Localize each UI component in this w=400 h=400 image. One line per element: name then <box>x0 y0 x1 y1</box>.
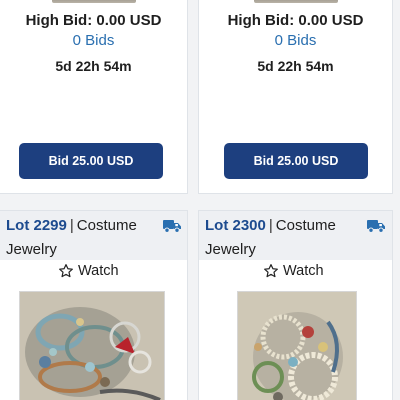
bid-button[interactable]: Bid 25.00 USD <box>224 143 368 179</box>
lot-title-line: Lot 2300 | Costume <box>205 217 336 234</box>
star-outline-icon <box>59 264 73 278</box>
lot-card-2299: Lot 2299 | Costume Jewelry Watch <box>0 210 188 400</box>
jewelry-photo <box>238 292 356 400</box>
lot-category: Costume <box>275 217 336 234</box>
bids-count-link[interactable]: 0 Bids <box>0 32 187 49</box>
lot-photo[interactable] <box>19 291 165 400</box>
lot-card-2300: Lot 2300 | Costume Jewelry Watch <box>198 210 393 400</box>
high-bid-text: High Bid: 0.00 USD <box>25 12 162 29</box>
lot-category: Costume <box>76 217 137 234</box>
high-bid-text: High Bid: 0.00 USD <box>227 12 364 29</box>
bids-count-link[interactable]: 0 Bids <box>199 32 392 49</box>
lot-header: Lot 2300 | Costume Jewelry <box>199 211 392 260</box>
bid-button[interactable]: Bid 25.00 USD <box>19 143 163 179</box>
time-remaining: 5d 22h 54m <box>55 58 132 74</box>
truck-icon <box>163 220 181 233</box>
lot-number-link[interactable]: Lot 2300 <box>205 217 266 234</box>
truck-icon <box>367 220 385 233</box>
lot-image-stub[interactable] <box>51 0 136 3</box>
lot-card-top-right: High Bid: 0.00 USD 0 Bids 5d 22h 54m Bid… <box>198 0 393 194</box>
time-remaining: 5d 22h 54m <box>257 58 334 74</box>
jewelry-photo <box>20 292 164 400</box>
separator: | <box>268 217 273 234</box>
lot-title-line: Lot 2299 | Costume <box>6 217 137 234</box>
lot-image-stub[interactable] <box>253 0 338 3</box>
lot-card-top-left: High Bid: 0.00 USD 0 Bids 5d 22h 54m Bid… <box>0 0 188 194</box>
lot-category-continued: Jewelry <box>205 241 256 258</box>
separator: | <box>69 217 74 234</box>
watch-label: Watch <box>78 263 119 279</box>
lot-header: Lot 2299 | Costume Jewelry <box>0 211 187 260</box>
lot-photo[interactable] <box>237 291 357 400</box>
watch-button[interactable]: Watch <box>58 263 119 279</box>
auction-lot-grid: High Bid: 0.00 USD 0 Bids 5d 22h 54m Bid… <box>0 0 400 400</box>
watch-label: Watch <box>283 263 324 279</box>
watch-button[interactable]: Watch <box>263 263 324 279</box>
star-outline-icon <box>264 264 278 278</box>
lot-category-continued: Jewelry <box>6 241 57 258</box>
lot-number-link[interactable]: Lot 2299 <box>6 217 67 234</box>
